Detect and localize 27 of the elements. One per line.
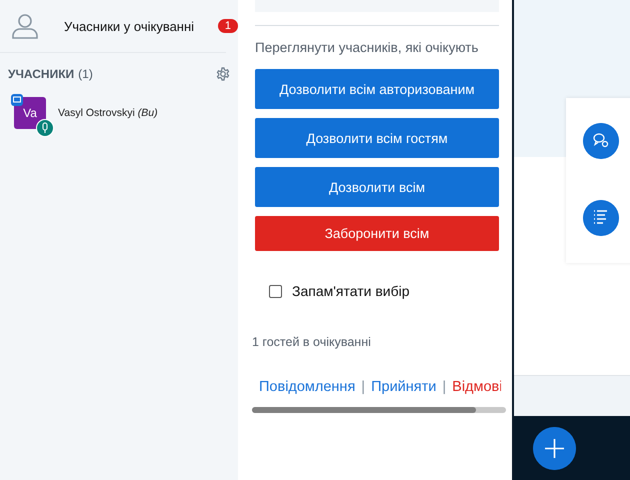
- microphone-icon: [36, 119, 54, 137]
- chat-icon[interactable]: [583, 123, 619, 159]
- plus-icon[interactable]: [533, 426, 576, 470]
- panel-heading: Переглянути учасників, які очікують: [255, 40, 480, 55]
- waiting-count-badge: 1: [218, 19, 238, 33]
- remember-checkbox[interactable]: [269, 284, 282, 298]
- avatar-initials: Va: [23, 106, 37, 120]
- waiting-users-title[interactable]: Учасники у очікуванні: [64, 18, 218, 34]
- allow-button[interactable]: Дозволити всім: [255, 167, 499, 207]
- deny-button[interactable]: Заборонити всім: [255, 216, 499, 251]
- list-icon[interactable]: [583, 200, 619, 236]
- horizontal-scrollbar[interactable]: [252, 407, 506, 413]
- allow-button[interactable]: Дозволити всім гостям: [255, 118, 499, 158]
- section-title: УЧАСНИКИ: [8, 67, 74, 81]
- message-link[interactable]: Повідомлення: [259, 379, 356, 395]
- checkbox-label[interactable]: Запам'ятати вибір: [292, 283, 410, 299]
- settings-icon[interactable]: [216, 67, 230, 81]
- message-link[interactable]: Прийняти: [371, 379, 436, 395]
- guests-waiting-count: 1 гостей в очікуванні: [252, 335, 372, 349]
- allow-button[interactable]: Дозволити всім авторизованим: [255, 69, 499, 109]
- separator: |: [442, 379, 446, 395]
- user-icon: [12, 13, 38, 39]
- presenter-icon: [11, 94, 23, 106]
- participant-count: (1): [78, 67, 94, 81]
- participant-name[interactable]: Vasyl Ostrovskyi (Bu): [58, 107, 158, 119]
- deny-link[interactable]: Відмові: [452, 379, 501, 395]
- separator: |: [361, 379, 366, 395]
